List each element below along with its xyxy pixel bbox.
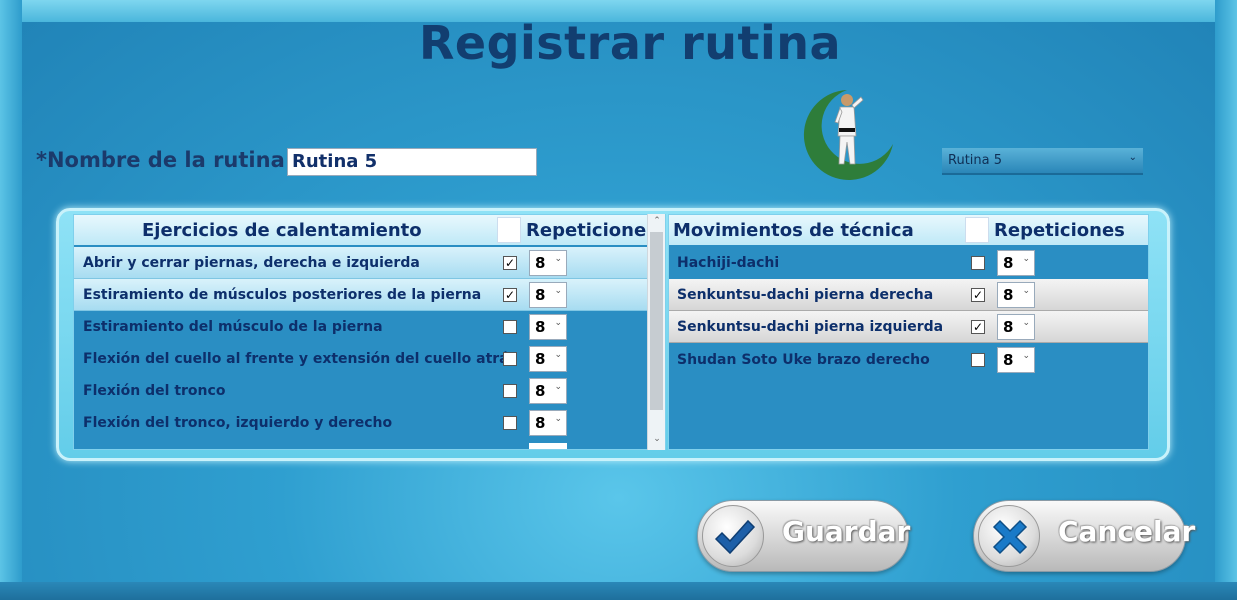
technique-row-checkbox[interactable]: ✓: [971, 288, 985, 302]
warmup-header-name: Ejercicios de calentamiento: [142, 220, 422, 241]
chevron-down-icon: ⌄: [554, 254, 562, 264]
technique-row-label: Hachiji-dachi: [677, 255, 780, 271]
technique-reps-select[interactable]: 8 ⌄: [997, 282, 1035, 308]
warmup-row-checkbox[interactable]: [503, 416, 517, 430]
technique-row[interactable]: Senkuntsu-dachi pierna derecha ✓ 8 ⌄: [669, 279, 1148, 311]
scrollbar-thumb[interactable]: [650, 232, 663, 410]
chevron-down-icon: ⌄: [554, 350, 562, 360]
reps-value: 8: [535, 382, 546, 400]
cancel-button[interactable]: Cancelar: [973, 500, 1195, 572]
save-icon-circle: [702, 505, 764, 567]
warmup-row-checkbox[interactable]: [503, 384, 517, 398]
warmup-grid: Ejercicios de calentamiento Repeticiones…: [73, 214, 666, 450]
cancel-icon-circle: [978, 505, 1040, 567]
technique-row-label: Senkuntsu-dachi pierna derecha: [677, 287, 934, 303]
technique-row-checkbox[interactable]: [971, 256, 985, 270]
reps-value: 8: [535, 286, 546, 304]
window-frame-bottom: [0, 582, 1237, 600]
technique-header-checkbox[interactable]: [965, 217, 989, 243]
warmup-row-checkbox[interactable]: ✓: [503, 288, 517, 302]
warmup-row[interactable]: Flexión del cuello al frente y extensión…: [74, 343, 648, 375]
x-icon: [992, 519, 1028, 555]
technique-row-label: Shudan Soto Uke brazo derecho: [677, 352, 930, 368]
window-frame-left: [0, 0, 22, 600]
technique-header-name: Movimientos de técnica: [673, 220, 914, 241]
save-button[interactable]: Guardar: [697, 500, 911, 572]
warmup-reps-select[interactable]: 8 ⌄: [529, 250, 567, 276]
warmup-row-checkbox[interactable]: [503, 352, 517, 366]
technique-grid-header: Movimientos de técnica Repeticiones: [669, 215, 1148, 245]
chevron-up-icon[interactable]: ⌃: [648, 216, 666, 230]
chevron-down-icon: ⌄: [1022, 286, 1030, 296]
warmup-row[interactable]: Estiramiento del músculo de la pierna 8 ⌄: [74, 311, 648, 343]
warmup-row-label: Flexión del cuello al frente y extensión…: [83, 351, 517, 367]
warmup-reps-select[interactable]: 8 ⌄: [529, 282, 567, 308]
chevron-down-icon[interactable]: ⌄: [648, 434, 666, 448]
warmup-row-label: Estiramiento del músculo de la pierna: [83, 319, 383, 335]
warmup-grid-header: Ejercicios de calentamiento Repeticiones: [74, 215, 657, 245]
technique-reps-select[interactable]: 8 ⌄: [997, 347, 1035, 373]
checkmark-icon: [714, 519, 756, 555]
reps-value: 8: [535, 350, 546, 368]
karate-logo-icon: [803, 90, 893, 180]
technique-row[interactable]: Hachiji-dachi 8 ⌄: [669, 247, 1148, 279]
technique-reps-select[interactable]: 8 ⌄: [997, 314, 1035, 340]
warmup-reps-select[interactable]: 8 ⌄: [529, 346, 567, 372]
warmup-reps-select-partial: [529, 443, 567, 449]
window-frame-right: [1215, 0, 1237, 600]
warmup-row[interactable]: Flexión del tronco 8 ⌄: [74, 375, 648, 407]
warmup-reps-select[interactable]: 8 ⌄: [529, 314, 567, 340]
technique-row-checkbox[interactable]: ✓: [971, 320, 985, 334]
technique-row-checkbox[interactable]: [971, 353, 985, 367]
reps-value: 8: [535, 318, 546, 336]
warmup-row-checkbox[interactable]: ✓: [503, 256, 517, 270]
warmup-reps-select[interactable]: 8 ⌄: [529, 378, 567, 404]
page-title: Registrar rutina: [418, 16, 842, 70]
routine-select-value: Rutina 5: [948, 153, 1003, 168]
chevron-down-icon: ⌄: [1022, 254, 1030, 264]
warmup-row[interactable]: Abrir y cerrar piernas, derecha e izquie…: [74, 247, 648, 279]
chevron-down-icon: ⌄: [554, 414, 562, 424]
routine-select[interactable]: Rutina 5 ⌄: [942, 148, 1143, 175]
routine-name-label: *Nombre de la rutina:: [36, 148, 294, 172]
warmup-row-checkbox[interactable]: [503, 320, 517, 334]
reps-value: 8: [535, 414, 546, 432]
warmup-row-label: Flexión del tronco, izquierdo y derecho: [83, 415, 393, 431]
save-button-label: Guardar: [782, 515, 911, 548]
warmup-row[interactable]: Estiramiento de músculos posteriores de …: [74, 279, 648, 311]
technique-row[interactable]: Shudan Soto Uke brazo derecho 8 ⌄: [669, 344, 1148, 376]
technique-reps-select[interactable]: 8 ⌄: [997, 250, 1035, 276]
reps-value: 8: [1003, 286, 1014, 304]
warmup-row-label: Flexión del tronco: [83, 383, 226, 399]
technique-grid: Movimientos de técnica Repeticiones Hach…: [668, 214, 1149, 450]
chevron-down-icon: ⌄: [554, 318, 562, 328]
warmup-row-label: Estiramiento de músculos posteriores de …: [83, 287, 482, 303]
chevron-down-icon: ⌄: [1022, 351, 1030, 361]
technique-row[interactable]: Senkuntsu-dachi pierna izquierda ✓ 8 ⌄: [669, 311, 1148, 343]
reps-value: 8: [1003, 351, 1014, 369]
warmup-scrollbar[interactable]: ⌃ ⌄: [647, 214, 665, 450]
warmup-header-reps: Repeticiones: [526, 220, 657, 241]
chevron-down-icon: ⌄: [1128, 152, 1137, 163]
technique-row-label: Senkuntsu-dachi pierna izquierda: [677, 319, 944, 335]
chevron-down-icon: ⌄: [554, 286, 562, 296]
reps-value: 8: [1003, 254, 1014, 272]
warmup-row-label: Abrir y cerrar piernas, derecha e izquie…: [83, 255, 420, 271]
warmup-header-checkbox[interactable]: [497, 217, 521, 243]
reps-value: 8: [1003, 318, 1014, 336]
reps-value: 8: [535, 254, 546, 272]
warmup-row[interactable]: Flexión del tronco, izquierdo y derecho …: [74, 407, 648, 439]
technique-header-reps: Repeticiones: [994, 220, 1125, 241]
chevron-down-icon: ⌄: [554, 382, 562, 392]
routine-name-input[interactable]: Rutina 5: [287, 148, 537, 176]
warmup-reps-select[interactable]: 8 ⌄: [529, 410, 567, 436]
cancel-button-label: Cancelar: [1058, 515, 1196, 548]
chevron-down-icon: ⌄: [1022, 318, 1030, 328]
